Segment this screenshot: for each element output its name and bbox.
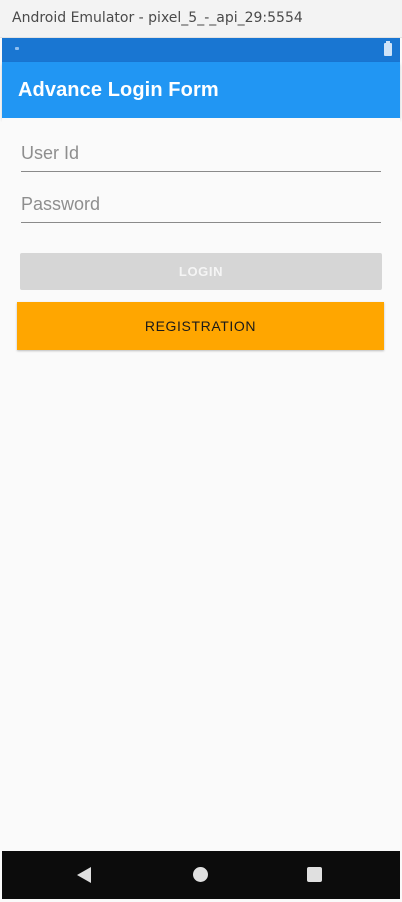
battery-icon: [384, 41, 392, 56]
user-id-field: [21, 136, 381, 172]
emulator-frame: Android Emulator - pixel_5_-_api_29:5554…: [0, 0, 402, 902]
app-title: Advance Login Form: [18, 79, 219, 101]
registration-button[interactable]: REGISTRATION: [17, 302, 384, 350]
login-button[interactable]: LOGIN: [20, 253, 382, 290]
navigation-bar: [2, 851, 400, 899]
recents-icon[interactable]: [307, 867, 322, 882]
home-icon[interactable]: [193, 867, 208, 882]
user-id-input[interactable]: [21, 136, 381, 171]
password-field: [21, 187, 381, 223]
status-bar: [2, 38, 400, 62]
login-form: LOGIN REGISTRATION: [2, 118, 400, 851]
password-input[interactable]: [21, 187, 381, 222]
signal-dot-icon: [15, 47, 19, 50]
app-bar: Advance Login Form: [2, 62, 400, 118]
back-icon[interactable]: [77, 867, 91, 883]
emulator-title-bar: Android Emulator - pixel_5_-_api_29:5554: [0, 0, 402, 38]
emulator-window-title: Android Emulator - pixel_5_-_api_29:5554: [12, 10, 303, 26]
